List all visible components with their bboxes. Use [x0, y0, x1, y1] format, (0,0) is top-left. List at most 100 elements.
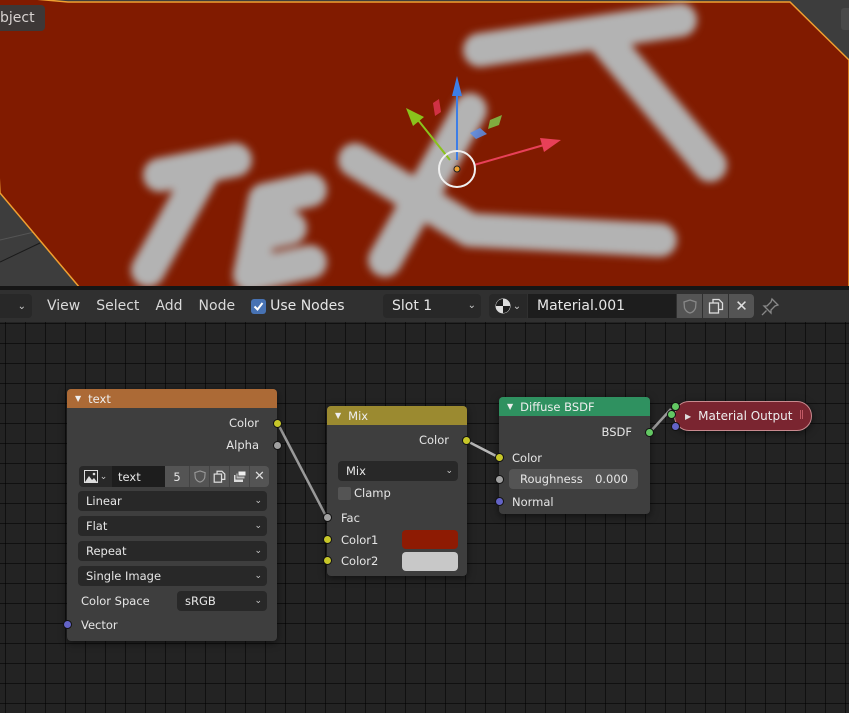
image-icon	[83, 470, 98, 483]
chevron-down-icon: ⌄	[17, 300, 26, 312]
interpolation-dropdown[interactable]: Linear ⌄	[78, 491, 267, 511]
collapse-triangle-icon[interactable]: ▼	[75, 394, 81, 403]
shield-icon	[193, 470, 206, 483]
duplicate-icon	[213, 470, 226, 483]
input-vector-label: Vector	[81, 618, 118, 632]
image-users-count[interactable]: 5	[165, 466, 189, 487]
diffuse-node-header[interactable]: ▼ Diffuse BSDF	[499, 397, 650, 416]
chevron-down-icon: ⌄	[445, 466, 453, 476]
input-vector-socket[interactable]	[63, 620, 72, 629]
input-fac-socket[interactable]	[323, 513, 332, 522]
output-bsdf-label: BSDF	[601, 425, 632, 439]
output-alpha-socket[interactable]	[273, 441, 282, 450]
input-displacement-socket[interactable]	[671, 422, 680, 431]
menu-view[interactable]: View	[47, 298, 80, 314]
use-nodes-toggle[interactable]: Use Nodes	[251, 298, 345, 314]
image-browse-button[interactable]: ⌄	[79, 466, 112, 487]
image-datablock-selector: ⌄ text 5 ✕	[79, 466, 269, 487]
link-mix-color-to-diffuse-color[interactable]	[466, 439, 499, 459]
image-name-field[interactable]: text	[112, 466, 165, 487]
menu-select[interactable]: Select	[96, 298, 139, 314]
image-fake-user-button[interactable]	[189, 466, 209, 487]
projection-dropdown[interactable]: Flat ⌄	[78, 516, 267, 536]
extension-dropdown[interactable]: Repeat ⌄	[78, 541, 267, 561]
use-nodes-checkbox[interactable]	[251, 298, 267, 314]
image-users-value: 5	[173, 469, 181, 484]
image-duplicate-button[interactable]	[209, 466, 229, 487]
image-unlink-button[interactable]: ✕	[249, 466, 269, 487]
blend-type-dropdown[interactable]: Mix ⌄	[338, 461, 458, 481]
textured-plane[interactable]	[0, 0, 849, 288]
material-output-title: Material Output	[698, 409, 793, 423]
collapse-triangle-icon[interactable]: ▼	[335, 411, 341, 420]
texture-letter-x-tail	[453, 213, 677, 257]
expand-triangle-icon[interactable]: ▶	[685, 412, 691, 421]
clamp-checkbox[interactable]	[338, 487, 351, 500]
output-bsdf-socket[interactable]	[645, 428, 654, 437]
duplicate-icon	[708, 298, 723, 314]
link-image-color-to-mix-fac[interactable]	[276, 423, 329, 519]
fake-user-button[interactable]	[677, 294, 702, 318]
node-editor-header: ⌄ View Select Add Node Use Nodes Slot 1 …	[0, 290, 849, 322]
material-browse-button[interactable]: ⌄	[489, 294, 527, 318]
roughness-field[interactable]: Roughness 0.000	[509, 469, 638, 489]
output-color-socket[interactable]	[273, 419, 282, 428]
checkmark-icon	[253, 301, 264, 311]
node-editor-canvas[interactable]: ▼ text Color Alpha ⌄ text 5 ✕ Linear ⌄ F…	[0, 322, 849, 713]
roughness-label: Roughness	[520, 472, 583, 486]
mix-node-title: Mix	[348, 408, 369, 423]
pin-icon[interactable]	[760, 297, 780, 317]
output-color-label: Color	[418, 433, 449, 447]
chevron-down-icon: ⌄	[254, 521, 262, 531]
output-alpha-label: Alpha	[226, 438, 259, 452]
collapse-triangle-icon[interactable]: ▼	[507, 402, 513, 411]
input-color1-socket[interactable]	[323, 535, 332, 544]
duplicate-material-button[interactable]	[703, 294, 728, 318]
viewport-corner-button[interactable]	[841, 8, 849, 30]
color2-swatch[interactable]	[402, 552, 458, 571]
input-normal-socket[interactable]	[495, 497, 504, 506]
menu-add[interactable]: Add	[155, 298, 182, 314]
color-space-value: sRGB	[185, 594, 216, 608]
chevron-down-icon: ⌄	[254, 546, 262, 556]
slot-value: Slot 1	[392, 298, 433, 314]
editor-type-dropdown[interactable]: ⌄	[0, 294, 32, 318]
material-output-node[interactable]: ▶ Material Output ||	[674, 401, 812, 431]
output-color-label: Color	[228, 416, 259, 430]
input-fac-label: Fac	[341, 511, 360, 525]
diffuse-node-title: Diffuse BSDF	[520, 399, 595, 414]
diffuse-bsdf-node[interactable]: ▼ Diffuse BSDF BSDF Color Roughness 0.00…	[495, 397, 654, 514]
color1-swatch[interactable]	[402, 530, 458, 549]
object-mode-dropdown[interactable]: bject	[0, 5, 45, 31]
viewport-scene[interactable]	[0, 0, 849, 288]
output-color-socket[interactable]	[462, 436, 471, 445]
chevron-down-icon: ⌄	[254, 596, 262, 606]
blend-type-value: Mix	[346, 464, 366, 478]
input-color-label: Color	[512, 451, 543, 465]
3d-viewport[interactable]: bject	[0, 0, 849, 288]
extension-value: Repeat	[86, 544, 127, 558]
chevron-down-icon: ⌄	[254, 496, 262, 506]
image-texture-node[interactable]: ▼ text Color Alpha ⌄ text 5 ✕ Linear ⌄ F…	[63, 389, 282, 641]
input-color-socket[interactable]	[495, 453, 504, 462]
input-color2-socket[interactable]	[323, 556, 332, 565]
image-name: text	[118, 469, 141, 484]
image-pack-button[interactable]	[229, 466, 249, 487]
object-origin-dot	[453, 165, 461, 173]
input-roughness-socket[interactable]	[495, 475, 504, 484]
image-texture-node-header[interactable]: ▼ text	[67, 389, 277, 408]
mix-rgb-node[interactable]: ▼ Mix Color Mix ⌄ Clamp Fac Color1 Color2	[323, 406, 471, 576]
chevron-down-icon: ⌄	[467, 300, 476, 311]
unlink-material-button[interactable]: ✕	[729, 294, 754, 318]
color-space-dropdown[interactable]: sRGB ⌄	[177, 591, 267, 611]
slot-dropdown[interactable]: Slot 1 ⌄	[383, 294, 481, 318]
material-name-field[interactable]: Material.001	[528, 294, 676, 318]
chevron-down-icon: ⌄	[99, 471, 108, 482]
texture-letter-e	[233, 173, 327, 288]
input-volume-socket[interactable]	[667, 410, 676, 419]
roughness-value: 0.000	[595, 472, 628, 486]
source-dropdown[interactable]: Single Image ⌄	[78, 566, 267, 586]
mix-node-header[interactable]: ▼ Mix	[327, 406, 467, 425]
menu-node[interactable]: Node	[199, 298, 236, 314]
package-icon	[233, 470, 246, 482]
